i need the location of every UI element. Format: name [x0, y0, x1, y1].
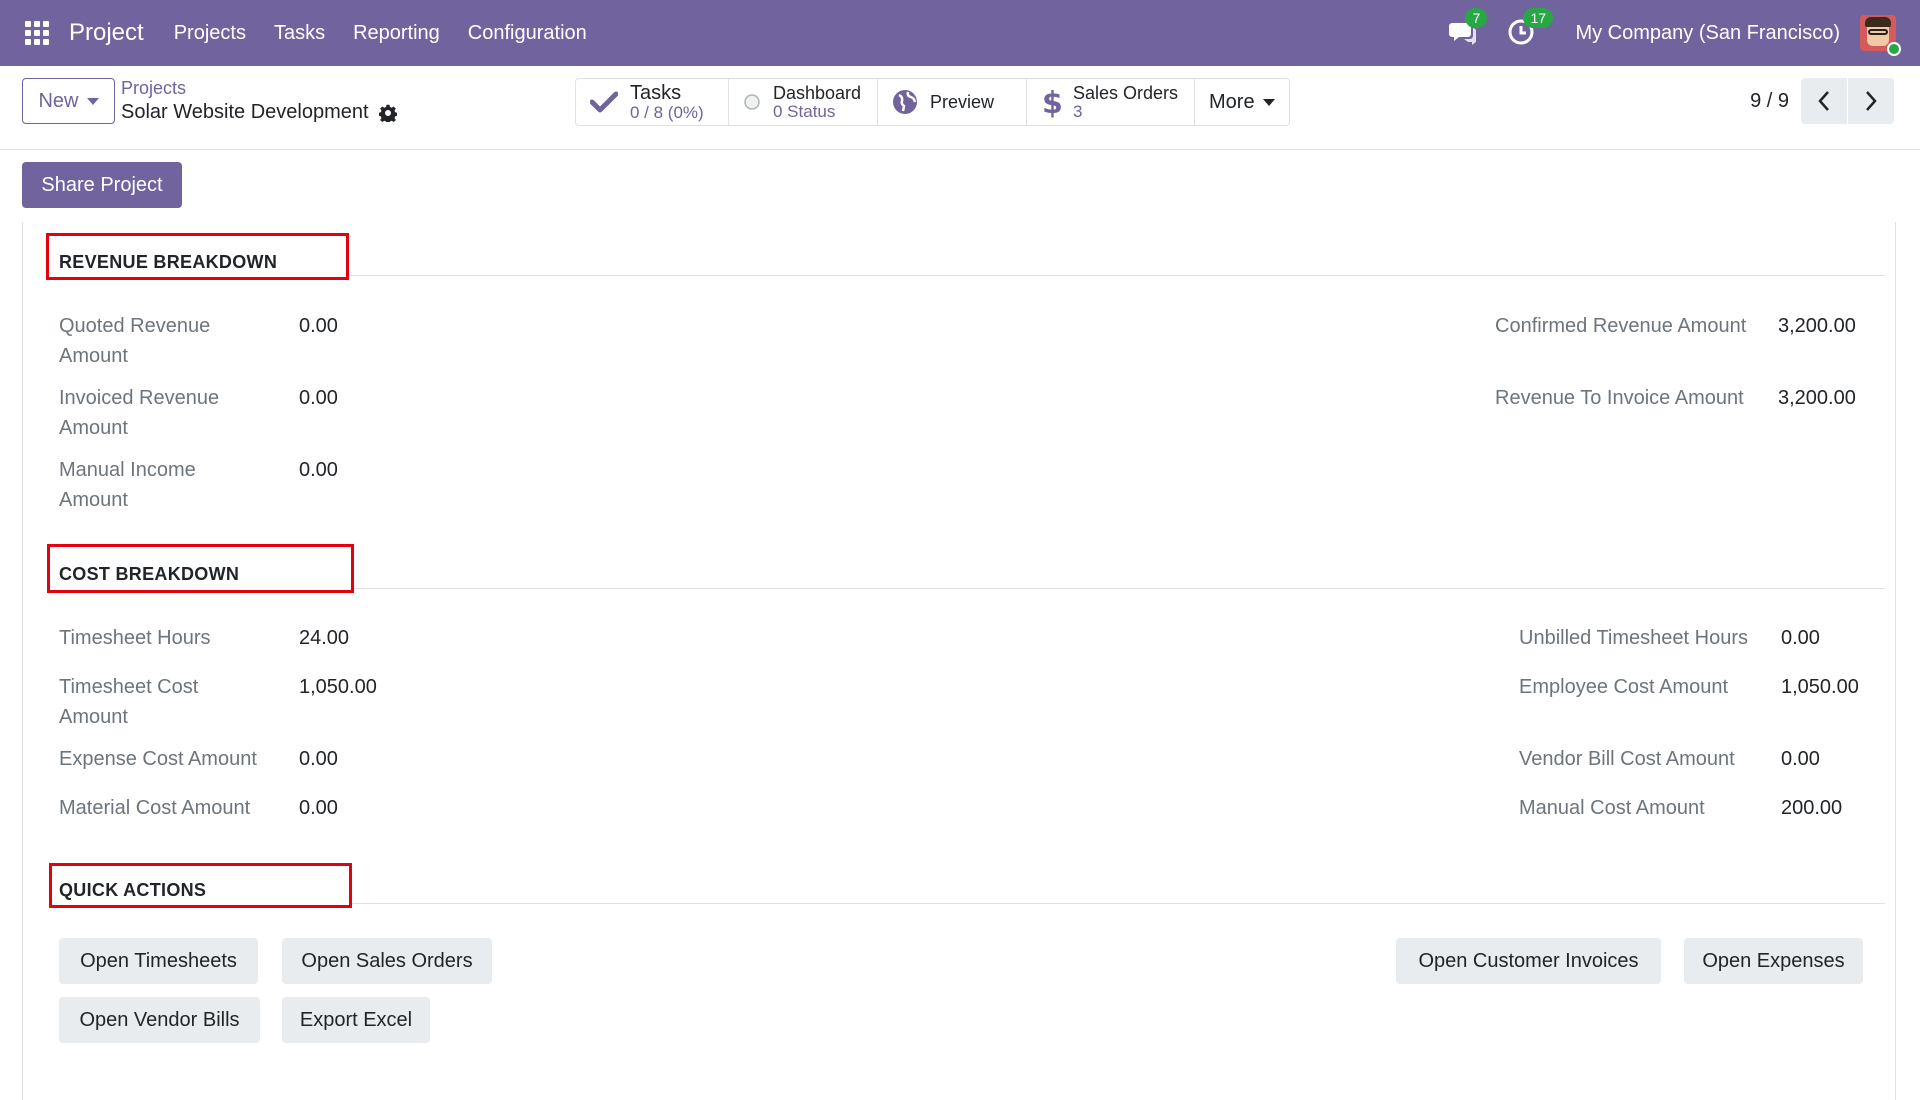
avatar[interactable]: [1860, 15, 1901, 56]
control-panel: New Projects Solar Website Development T…: [0, 66, 1920, 150]
dashboard-stat-button[interactable]: Dashboard 0 Status: [729, 79, 878, 125]
messages-badge: 7: [1465, 8, 1488, 28]
sales-orders-stat-value: 3: [1073, 101, 1083, 121]
online-status-icon: [1887, 42, 1901, 56]
confirmed-revenue-label: Confirmed Revenue Amount: [1495, 315, 1747, 337]
new-button[interactable]: New: [22, 78, 115, 124]
menu-tasks[interactable]: Tasks: [274, 22, 325, 45]
form-sheet: REVENUE BREAKDOWN Quoted Revenue Amount 0…: [22, 222, 1896, 1100]
material-cost-label: Material Cost Amount: [59, 797, 251, 819]
manual-cost-label: Manual Cost Amount: [1519, 797, 1705, 819]
quick-actions-divider: [352, 903, 1885, 904]
confirmed-revenue-value: 3,200.00: [1778, 315, 1856, 337]
new-button-label: New: [38, 89, 79, 112]
record-title: Solar Website Development: [121, 101, 369, 123]
material-cost-value: 0.00: [299, 797, 338, 819]
open-sales-orders-button[interactable]: Open Sales Orders: [282, 938, 492, 984]
open-timesheets-button[interactable]: Open Timesheets: [59, 938, 258, 984]
manual-income-value: 0.00: [299, 459, 338, 481]
open-expenses-button[interactable]: Open Expenses: [1684, 938, 1863, 984]
unbilled-timesheet-label: Unbilled Timesheet Hours: [1519, 627, 1748, 649]
timesheet-hours-value: 24.00: [299, 627, 350, 649]
expense-cost-value: 0.00: [299, 748, 338, 770]
revenue-to-invoice-value: 3,200.00: [1778, 387, 1856, 409]
dollar-icon: $: [1041, 86, 1061, 118]
app-name[interactable]: Project: [69, 19, 144, 47]
breadcrumb-parent[interactable]: Projects: [121, 78, 397, 99]
company-switcher[interactable]: My Company (San Francisco): [1575, 22, 1840, 45]
breadcrumb-current: Solar Website Development: [121, 101, 397, 124]
invoiced-revenue-label: Invoiced Revenue Amount: [59, 387, 220, 439]
tasks-stat-title: Tasks: [630, 81, 682, 104]
tasks-stat-button[interactable]: Tasks 0 / 8 (0%): [576, 79, 729, 125]
radio-circle-icon: [743, 93, 761, 111]
vendor-bill-cost-value: 0.00: [1781, 748, 1820, 770]
manual-cost-value: 200.00: [1781, 797, 1843, 819]
vendor-bill-cost-label: Vendor Bill Cost Amount: [1519, 748, 1735, 770]
expense-cost-label: Expense Cost Amount: [59, 748, 257, 770]
open-vendor-bills-button[interactable]: Open Vendor Bills: [59, 997, 260, 1043]
gear-icon[interactable]: [378, 104, 397, 122]
cost-divider: [354, 588, 1885, 589]
menu-projects[interactable]: Projects: [174, 22, 246, 45]
dashboard-stat-value: 0 Status: [773, 101, 836, 121]
caret-down-icon: [86, 97, 99, 105]
tasks-stat-value: 0 / 8 (0%): [630, 102, 704, 122]
timesheet-cost-value: 1,050.00: [299, 676, 377, 698]
sales-orders-stat-title: Sales Orders: [1073, 82, 1179, 103]
chat-icon[interactable]: 7: [1449, 8, 1488, 48]
pager-value[interactable]: 9 / 9: [1750, 90, 1789, 113]
manual-income-label: Manual Income Amount: [59, 459, 196, 511]
top-navbar: Project Projects Tasks Reporting Configu…: [0, 0, 1920, 66]
revenue-divider: [349, 275, 1885, 276]
apps-grid-icon[interactable]: [25, 21, 49, 45]
activities-badge: 17: [1523, 8, 1554, 28]
preview-stat-title: Preview: [930, 91, 995, 112]
invoiced-revenue-value: 0.00: [299, 387, 338, 409]
more-label: More: [1209, 90, 1255, 113]
revenue-section-title: REVENUE BREAKDOWN: [59, 252, 278, 272]
check-icon: [590, 90, 618, 114]
more-dropdown[interactable]: More: [1195, 79, 1289, 125]
preview-stat-button[interactable]: Preview: [878, 79, 1027, 125]
menu-reporting[interactable]: Reporting: [353, 22, 440, 45]
quoted-revenue-label: Quoted Revenue Amount: [59, 315, 211, 367]
quick-actions-section-title: QUICK ACTIONS: [59, 880, 207, 900]
pager: 9 / 9: [1750, 78, 1894, 124]
svg-text:$: $: [1042, 86, 1061, 118]
unbilled-timesheet-value: 0.00: [1781, 627, 1820, 649]
clock-icon[interactable]: 17: [1507, 8, 1554, 48]
timesheet-hours-label: Timesheet Hours: [59, 627, 211, 649]
chevron-right-icon: [1866, 91, 1877, 111]
smart-buttons: Tasks 0 / 8 (0%) Dashboard 0 Status Prev…: [575, 78, 1290, 126]
pager-previous-button[interactable]: [1801, 78, 1847, 124]
employee-cost-label: Employee Cost Amount: [1519, 676, 1728, 698]
export-excel-button[interactable]: Export Excel: [282, 997, 430, 1043]
dashboard-stat-title: Dashboard: [773, 82, 862, 103]
menu-configuration[interactable]: Configuration: [468, 22, 587, 45]
cost-section-title: COST BREAKDOWN: [59, 564, 240, 584]
chevron-left-icon: [1818, 91, 1829, 111]
share-project-button[interactable]: Share Project: [22, 162, 182, 208]
globe-icon: [892, 89, 918, 115]
pager-next-button[interactable]: [1848, 78, 1894, 124]
open-customer-invoices-button[interactable]: Open Customer Invoices: [1396, 938, 1661, 984]
timesheet-cost-label: Timesheet Cost Amount: [59, 676, 199, 728]
revenue-to-invoice-label: Revenue To Invoice Amount: [1495, 387, 1744, 409]
quoted-revenue-value: 0.00: [299, 315, 338, 337]
caret-down-icon: [1262, 98, 1275, 106]
employee-cost-value: 1,050.00: [1781, 676, 1859, 698]
sales-orders-stat-button[interactable]: $ Sales Orders 3: [1027, 79, 1195, 125]
breadcrumb: Projects Solar Website Development: [121, 78, 397, 124]
